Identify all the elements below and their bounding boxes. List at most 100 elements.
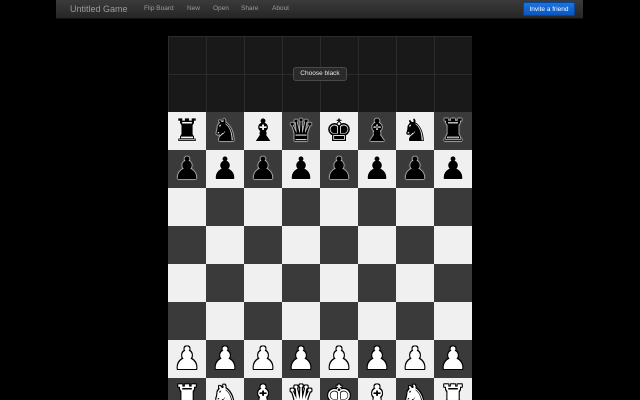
- square-a3[interactable]: [168, 302, 206, 340]
- black-pawn-icon[interactable]: ♟: [282, 150, 320, 188]
- square-g6[interactable]: [396, 188, 434, 226]
- black-pawn-icon[interactable]: ♟: [320, 150, 358, 188]
- square-b6[interactable]: [206, 188, 244, 226]
- white-pawn-icon[interactable]: ♟: [396, 340, 434, 378]
- square-c6[interactable]: [244, 188, 282, 226]
- square-c2[interactable]: ♟: [244, 340, 282, 378]
- white-queen-icon[interactable]: ♛: [282, 378, 320, 400]
- square-d7[interactable]: ♟: [282, 150, 320, 188]
- black-king-icon[interactable]: ♚: [320, 112, 358, 150]
- square-h2[interactable]: ♟: [434, 340, 472, 378]
- white-knight-icon[interactable]: ♞: [396, 378, 434, 400]
- square-d3[interactable]: [282, 302, 320, 340]
- square-d6[interactable]: [282, 188, 320, 226]
- square-d5[interactable]: [282, 226, 320, 264]
- square-b5[interactable]: [206, 226, 244, 264]
- new-link[interactable]: New: [187, 3, 200, 15]
- white-bishop-icon[interactable]: ♝: [358, 378, 396, 400]
- square-h6[interactable]: [434, 188, 472, 226]
- square-g1[interactable]: ♞: [396, 378, 434, 400]
- square-d2[interactable]: ♟: [282, 340, 320, 378]
- black-bishop-icon[interactable]: ♝: [358, 112, 396, 150]
- black-pawn-icon[interactable]: ♟: [396, 150, 434, 188]
- white-king-icon[interactable]: ♚: [320, 378, 358, 400]
- square-b1[interactable]: ♞: [206, 378, 244, 400]
- black-pawn-icon[interactable]: ♟: [168, 150, 206, 188]
- game-title[interactable]: Untitled Game: [70, 2, 128, 16]
- square-g2[interactable]: ♟: [396, 340, 434, 378]
- square-e2[interactable]: ♟: [320, 340, 358, 378]
- square-h3[interactable]: [434, 302, 472, 340]
- square-e4[interactable]: [320, 264, 358, 302]
- square-d8[interactable]: ♛: [282, 112, 320, 150]
- square-f1[interactable]: ♝: [358, 378, 396, 400]
- white-pawn-icon[interactable]: ♟: [358, 340, 396, 378]
- square-f3[interactable]: [358, 302, 396, 340]
- square-f5[interactable]: [358, 226, 396, 264]
- white-pawn-icon[interactable]: ♟: [206, 340, 244, 378]
- white-rook-icon[interactable]: ♜: [434, 378, 472, 400]
- black-bishop-icon[interactable]: ♝: [244, 112, 282, 150]
- white-bishop-icon[interactable]: ♝: [244, 378, 282, 400]
- square-h4[interactable]: [434, 264, 472, 302]
- square-a6[interactable]: [168, 188, 206, 226]
- square-h5[interactable]: [434, 226, 472, 264]
- square-b3[interactable]: [206, 302, 244, 340]
- black-pawn-icon[interactable]: ♟: [358, 150, 396, 188]
- square-f6[interactable]: [358, 188, 396, 226]
- white-pawn-icon[interactable]: ♟: [244, 340, 282, 378]
- square-b4[interactable]: [206, 264, 244, 302]
- square-c7[interactable]: ♟: [244, 150, 282, 188]
- square-d1[interactable]: ♛: [282, 378, 320, 400]
- square-a2[interactable]: ♟: [168, 340, 206, 378]
- square-a1[interactable]: ♜: [168, 378, 206, 400]
- black-pawn-icon[interactable]: ♟: [244, 150, 282, 188]
- square-f2[interactable]: ♟: [358, 340, 396, 378]
- square-c1[interactable]: ♝: [244, 378, 282, 400]
- white-pawn-icon[interactable]: ♟: [282, 340, 320, 378]
- square-f7[interactable]: ♟: [358, 150, 396, 188]
- share-link[interactable]: Share: [241, 3, 258, 15]
- square-a4[interactable]: [168, 264, 206, 302]
- square-h7[interactable]: ♟: [434, 150, 472, 188]
- square-e7[interactable]: ♟: [320, 150, 358, 188]
- square-g8[interactable]: ♞: [396, 112, 434, 150]
- invite-friend-button[interactable]: Invite a friend: [523, 2, 575, 16]
- square-g7[interactable]: ♟: [396, 150, 434, 188]
- square-e6[interactable]: [320, 188, 358, 226]
- white-knight-icon[interactable]: ♞: [206, 378, 244, 400]
- square-b8[interactable]: ♞: [206, 112, 244, 150]
- black-rook-icon[interactable]: ♜: [168, 112, 206, 150]
- square-f4[interactable]: [358, 264, 396, 302]
- square-e3[interactable]: [320, 302, 358, 340]
- black-knight-icon[interactable]: ♞: [396, 112, 434, 150]
- choose-black-button[interactable]: Choose black: [293, 67, 347, 81]
- square-h8[interactable]: ♜: [434, 112, 472, 150]
- square-a5[interactable]: [168, 226, 206, 264]
- square-c5[interactable]: [244, 226, 282, 264]
- square-b7[interactable]: ♟: [206, 150, 244, 188]
- black-rook-icon[interactable]: ♜: [434, 112, 472, 150]
- white-pawn-icon[interactable]: ♟: [168, 340, 206, 378]
- white-pawn-icon[interactable]: ♟: [434, 340, 472, 378]
- black-pawn-icon[interactable]: ♟: [206, 150, 244, 188]
- about-link[interactable]: About: [272, 3, 289, 15]
- open-link[interactable]: Open: [213, 3, 229, 15]
- square-g5[interactable]: [396, 226, 434, 264]
- square-h1[interactable]: ♜: [434, 378, 472, 400]
- square-a7[interactable]: ♟: [168, 150, 206, 188]
- square-e8[interactable]: ♚: [320, 112, 358, 150]
- square-e1[interactable]: ♚: [320, 378, 358, 400]
- square-b2[interactable]: ♟: [206, 340, 244, 378]
- black-pawn-icon[interactable]: ♟: [434, 150, 472, 188]
- black-queen-icon[interactable]: ♛: [282, 112, 320, 150]
- square-e5[interactable]: [320, 226, 358, 264]
- square-c4[interactable]: [244, 264, 282, 302]
- flip-board-link[interactable]: Flip Board: [144, 3, 174, 15]
- black-knight-icon[interactable]: ♞: [206, 112, 244, 150]
- square-c8[interactable]: ♝: [244, 112, 282, 150]
- square-d4[interactable]: [282, 264, 320, 302]
- square-g4[interactable]: [396, 264, 434, 302]
- square-f8[interactable]: ♝: [358, 112, 396, 150]
- square-g3[interactable]: [396, 302, 434, 340]
